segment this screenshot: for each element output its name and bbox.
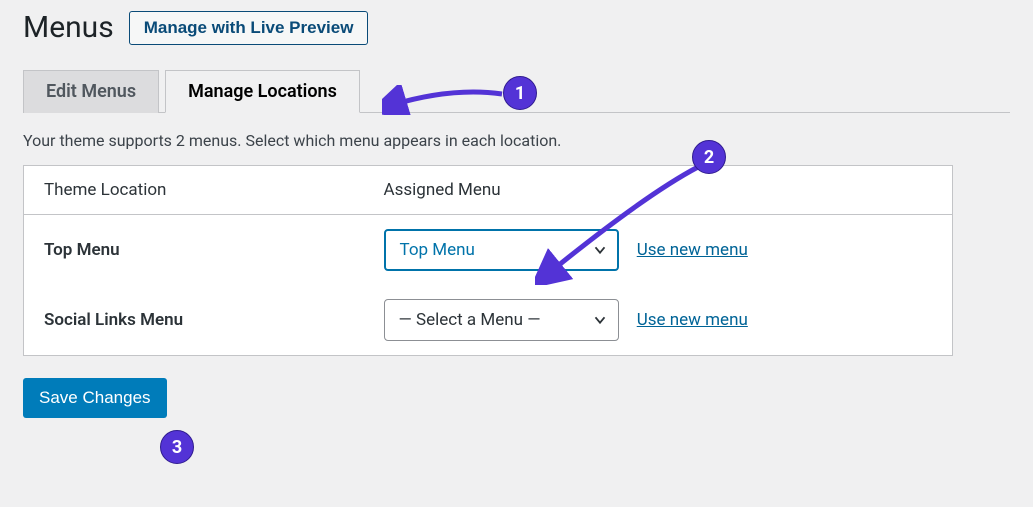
use-new-menu-link[interactable]: Use new menu (637, 240, 748, 260)
annotation-badge-1: 1 (503, 76, 537, 110)
table-row: Social Links Menu — Select a Menu — Use … (24, 285, 953, 356)
assigned-menu-select-top[interactable]: Top Menu (384, 229, 619, 271)
tab-manage-locations[interactable]: Manage Locations (165, 70, 360, 113)
location-label: Social Links Menu (24, 285, 364, 356)
save-changes-button[interactable]: Save Changes (23, 378, 167, 418)
use-new-menu-link[interactable]: Use new menu (637, 310, 748, 330)
col-header-assigned: Assigned Menu (364, 166, 953, 215)
description-text: Your theme supports 2 menus. Select whic… (23, 131, 1010, 150)
manage-live-preview-button[interactable]: Manage with Live Preview (129, 11, 369, 45)
location-label: Top Menu (24, 215, 364, 286)
assigned-menu-select-social[interactable]: — Select a Menu — (384, 299, 619, 341)
tab-edit-menus[interactable]: Edit Menus (23, 70, 159, 113)
locations-table: Theme Location Assigned Menu Top Menu To… (23, 165, 953, 356)
col-header-location: Theme Location (24, 166, 364, 215)
page-title: Menus (23, 10, 114, 45)
table-row: Top Menu Top Menu Use new menu (24, 215, 953, 286)
annotation-badge-3: 3 (160, 430, 194, 464)
annotation-badge-2: 2 (692, 140, 726, 174)
